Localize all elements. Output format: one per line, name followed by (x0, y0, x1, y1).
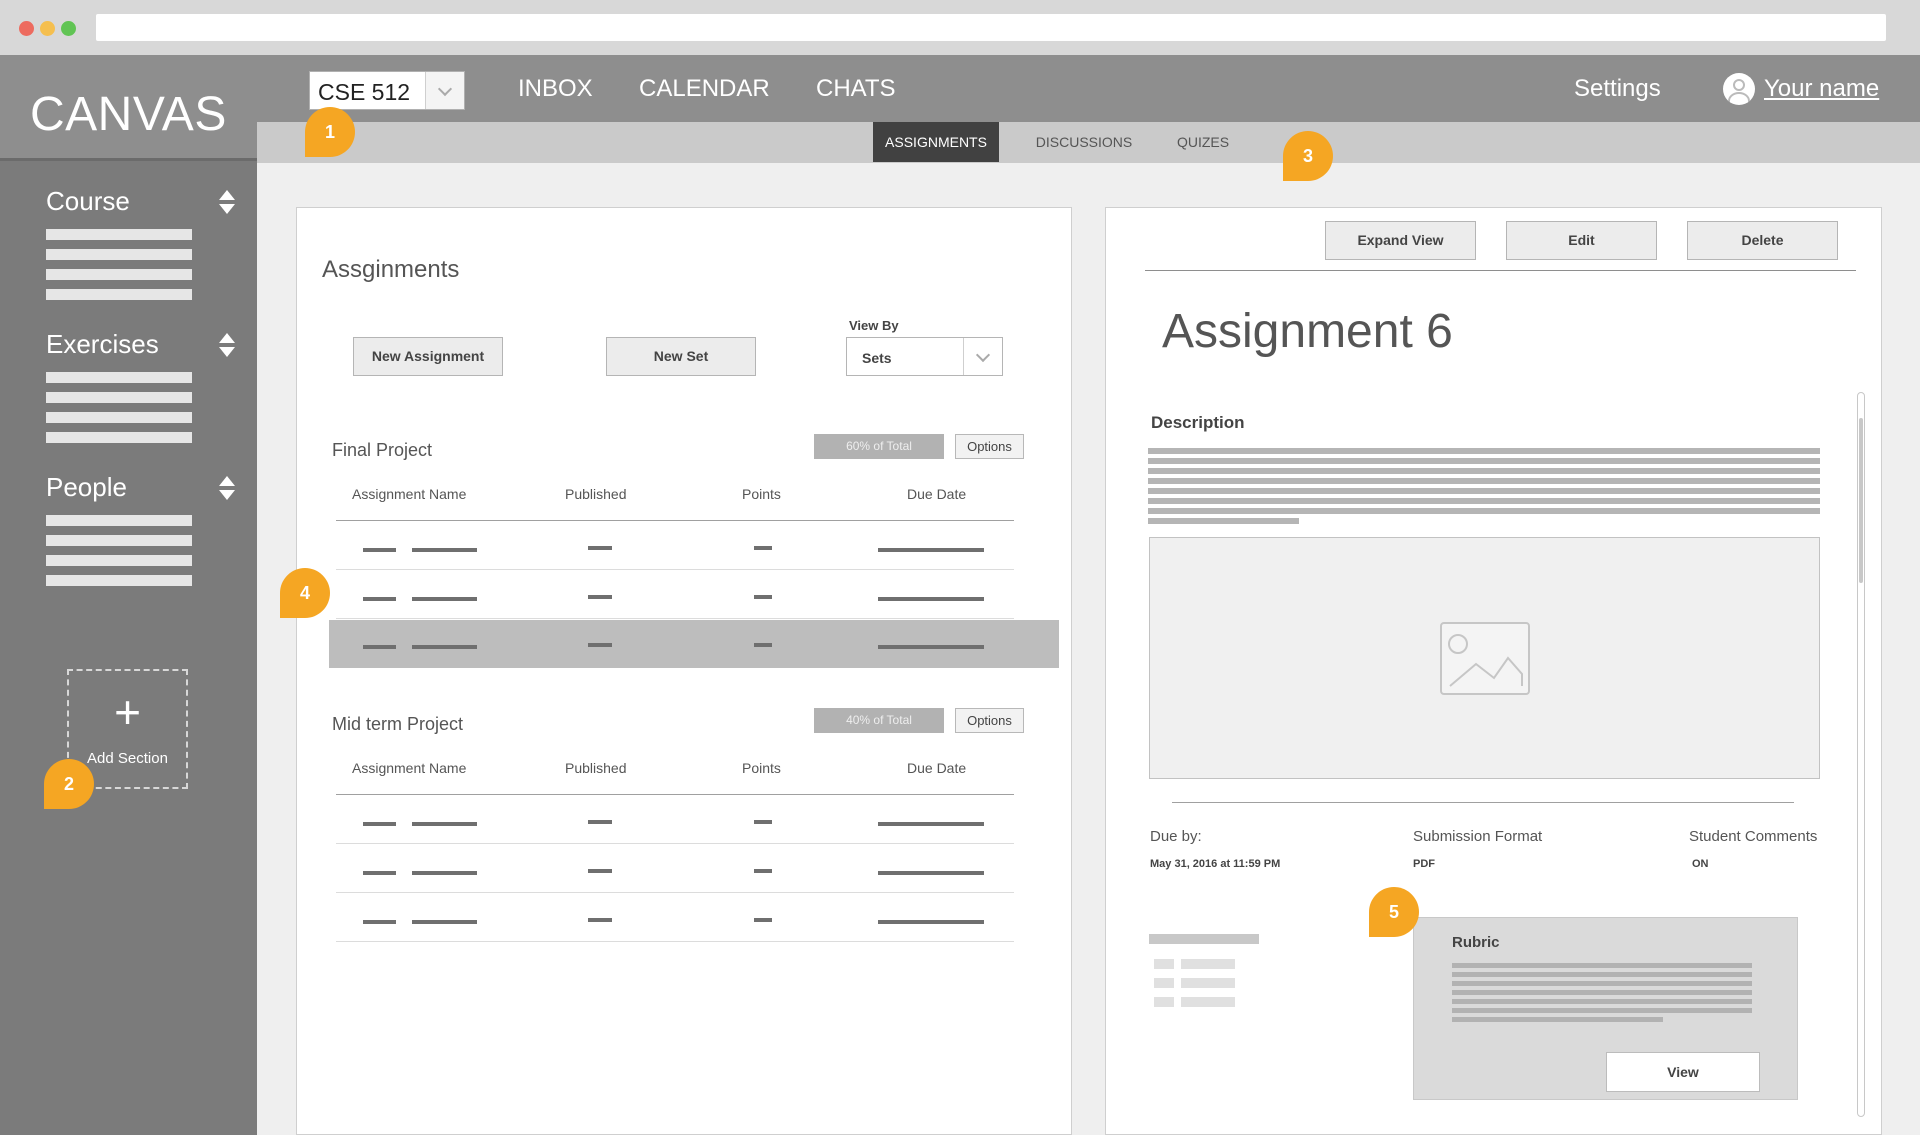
due-label: Due by: (1150, 828, 1202, 845)
nav-link-inbox[interactable]: INBOX (518, 75, 593, 103)
group-title: Final Project (332, 440, 433, 460)
options-button[interactable]: Options (955, 434, 1024, 459)
table-row-selected[interactable] (329, 620, 1059, 668)
placeholder-line (46, 412, 192, 423)
column-header[interactable]: Points (742, 486, 781, 502)
rubric-view-button[interactable]: View (1606, 1052, 1760, 1092)
tab-quizes[interactable]: QUIZES (1167, 122, 1239, 162)
tab-discussions[interactable]: DISCUSSIONS (1029, 122, 1139, 162)
table-row[interactable] (336, 521, 1014, 570)
divider (1172, 802, 1794, 803)
assignment-group-final: Final Project 60% of Total Options Assig… (297, 208, 1073, 678)
column-header[interactable]: Published (565, 760, 627, 776)
placeholder-line (46, 269, 192, 280)
sort-icon[interactable] (218, 476, 236, 502)
description-label: Description (1151, 413, 1245, 432)
logo-area: CANVAS (0, 55, 257, 161)
column-header[interactable]: Assignment Name (352, 486, 466, 502)
app-logo[interactable]: CANVAS (30, 87, 227, 142)
course-select-value: CSE 512 (318, 79, 411, 105)
top-navigation: CSE 512 INBOX CALENDAR CHATS Settings Yo… (257, 55, 1920, 122)
image-icon (1440, 622, 1530, 695)
sidebar-section-course[interactable]: Course (46, 186, 236, 300)
table-body (336, 795, 1014, 943)
placeholder-line (46, 392, 192, 403)
settings-link[interactable]: Settings (1574, 75, 1661, 103)
sidebar-section-title: People (46, 472, 127, 502)
username-link[interactable]: Your name (1764, 75, 1879, 103)
tab-assignments[interactable]: ASSIGNMENTS (873, 122, 999, 162)
table-row[interactable] (336, 795, 1014, 844)
annotation-marker-3: 3 (1283, 131, 1333, 181)
annotation-marker-5: 5 (1369, 887, 1419, 937)
column-header[interactable]: Due Date (907, 760, 966, 776)
comments-value: ON (1692, 858, 1709, 870)
nav-link-chats[interactable]: CHATS (816, 75, 896, 103)
assignment-group-midterm: Mid term Project 40% of Total Options As… (297, 678, 1073, 968)
detail-scrollbar[interactable] (1857, 392, 1865, 1117)
placeholder-line (46, 229, 192, 240)
annotation-marker-4: 4 (280, 568, 330, 618)
user-avatar-icon[interactable] (1723, 73, 1755, 105)
attachment-placeholder (1149, 934, 1259, 1014)
assignments-panel: Assginments New Assignment New Set View … (296, 207, 1072, 1135)
scrollbar-thumb[interactable] (1859, 418, 1863, 583)
placeholder-line (46, 432, 192, 443)
table-row[interactable] (336, 844, 1014, 893)
app-window: CANVAS Course Exercises People + Add Sec… (0, 0, 1920, 1135)
rubric-title: Rubric (1452, 934, 1500, 951)
column-header[interactable]: Due Date (907, 486, 966, 502)
placeholder-line (46, 372, 192, 383)
maximize-window-button[interactable] (61, 21, 76, 36)
image-placeholder (1149, 537, 1820, 779)
format-value: PDF (1413, 858, 1435, 870)
sort-icon[interactable] (218, 333, 236, 359)
expand-view-button[interactable]: Expand View (1325, 221, 1476, 260)
add-section-label: Add Section (87, 750, 168, 767)
description-text (1148, 448, 1820, 538)
browser-titlebar (0, 0, 1920, 55)
placeholder-line (46, 555, 192, 566)
course-select[interactable]: CSE 512 (309, 71, 465, 110)
placeholder-line (46, 535, 192, 546)
group-title: Mid term Project (332, 714, 464, 734)
minimize-window-button[interactable] (40, 21, 55, 36)
assignment-detail-panel: Expand View Edit Delete Assignment 6 Des… (1105, 207, 1882, 1135)
due-value: May 31, 2016 at 11:59 PM (1150, 858, 1281, 870)
rubric-card: Rubric View (1413, 917, 1798, 1100)
sub-navigation: ASSIGNMENTS DISCUSSIONS QUIZES (257, 122, 1920, 163)
column-header[interactable]: Published (565, 486, 627, 502)
edit-button[interactable]: Edit (1506, 221, 1657, 260)
sidebar-section-title: Course (46, 186, 130, 216)
column-header[interactable]: Assignment Name (352, 760, 466, 776)
sidebar-section-people[interactable]: People (46, 472, 236, 586)
comments-label: Student Comments (1689, 828, 1818, 845)
sidebar: CANVAS Course Exercises People + Add Sec… (0, 55, 257, 1135)
column-header[interactable]: Points (742, 760, 781, 776)
weight-badge: 40% of Total (814, 708, 944, 733)
chevron-down-icon[interactable] (425, 72, 464, 109)
table-row[interactable] (336, 570, 1014, 619)
sort-icon[interactable] (218, 190, 236, 216)
delete-button[interactable]: Delete (1687, 221, 1838, 260)
close-window-button[interactable] (19, 21, 34, 36)
options-button[interactable]: Options (955, 708, 1024, 733)
address-bar[interactable] (96, 14, 1886, 41)
placeholder-line (46, 575, 192, 586)
weight-badge: 60% of Total (814, 434, 944, 459)
plus-icon: + (114, 686, 141, 738)
annotation-marker-2: 2 (44, 759, 94, 809)
sidebar-section-title: Exercises (46, 329, 159, 359)
placeholder-line (46, 249, 192, 260)
nav-link-calendar[interactable]: CALENDAR (639, 75, 770, 103)
placeholder-line (46, 515, 192, 526)
table-row[interactable] (336, 893, 1014, 942)
placeholder-line (46, 289, 192, 300)
divider (1145, 270, 1856, 271)
sidebar-section-exercises[interactable]: Exercises (46, 329, 236, 443)
annotation-marker-1: 1 (305, 107, 355, 157)
assignment-title: Assignment 6 (1162, 305, 1453, 358)
format-label: Submission Format (1413, 828, 1543, 845)
